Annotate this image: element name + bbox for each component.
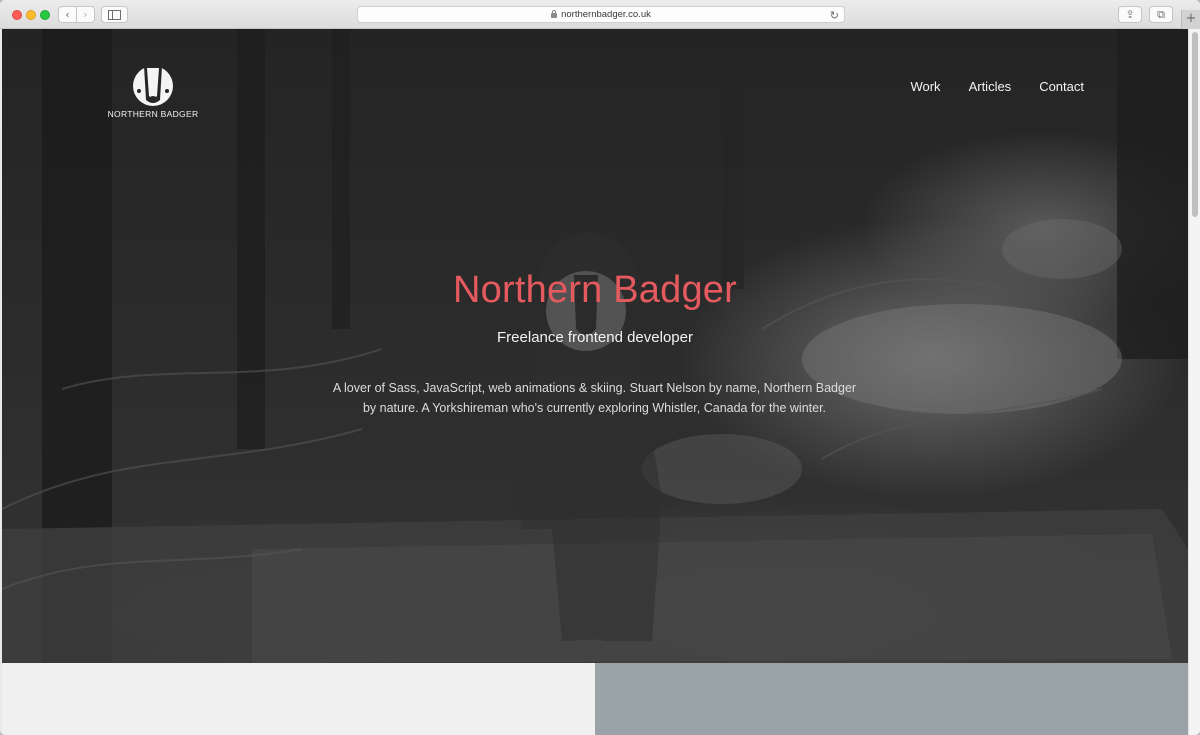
sidebar-toggle-button[interactable] bbox=[101, 6, 128, 23]
content-panel-right bbox=[595, 663, 1188, 735]
lock-icon bbox=[551, 10, 558, 18]
plus-icon: + bbox=[1185, 11, 1197, 26]
main-nav: Work Articles Contact bbox=[910, 79, 1084, 94]
chevron-left-icon: ‹ bbox=[65, 8, 70, 21]
hero-subtitle: Freelance frontend developer bbox=[497, 329, 693, 346]
sidebar-icon bbox=[108, 9, 121, 20]
url-text: northernbadger.co.uk bbox=[561, 9, 651, 20]
show-tabs-button[interactable]: ⧉ bbox=[1149, 6, 1173, 23]
browser-window: ‹ › northernbadger.co.uk ↻ ⇪ ⧉ + NORTHER… bbox=[0, 0, 1200, 735]
hero-section: NORTHERN BADGER Work Articles Contact No… bbox=[2, 29, 1188, 663]
chevron-right-icon: › bbox=[83, 8, 88, 21]
logo-text: NORTHERN BADGER bbox=[107, 109, 199, 119]
address-bar[interactable]: northernbadger.co.uk ↻ bbox=[357, 6, 845, 23]
share-icon: ⇪ bbox=[1125, 8, 1135, 21]
minimize-window-button[interactable] bbox=[26, 10, 36, 20]
forward-button[interactable]: › bbox=[76, 6, 95, 23]
page-scrollbar[interactable] bbox=[1188, 29, 1200, 735]
share-button[interactable]: ⇪ bbox=[1118, 6, 1142, 23]
browser-toolbar: ‹ › northernbadger.co.uk ↻ ⇪ ⧉ bbox=[0, 0, 1200, 29]
badger-logo-icon bbox=[133, 66, 173, 106]
site-logo[interactable]: NORTHERN BADGER bbox=[105, 66, 201, 126]
zoom-window-button[interactable] bbox=[40, 10, 50, 20]
new-tab-button[interactable]: + bbox=[1181, 10, 1200, 29]
web-page: NORTHERN BADGER Work Articles Contact No… bbox=[2, 29, 1188, 735]
nav-item-contact[interactable]: Contact bbox=[1039, 79, 1084, 94]
nav-item-work[interactable]: Work bbox=[910, 79, 940, 94]
hero-description: A lover of Sass, JavaScript, web animati… bbox=[332, 381, 857, 415]
content-panel-left bbox=[2, 663, 595, 735]
nav-item-articles[interactable]: Articles bbox=[969, 79, 1012, 94]
tabs-icon: ⧉ bbox=[1157, 7, 1165, 21]
close-window-button[interactable] bbox=[12, 10, 22, 20]
reload-icon[interactable]: ↻ bbox=[830, 9, 839, 22]
back-button[interactable]: ‹ bbox=[58, 6, 77, 23]
scrollbar-thumb[interactable] bbox=[1192, 32, 1198, 217]
hero-title: Northern Badger bbox=[453, 269, 737, 311]
